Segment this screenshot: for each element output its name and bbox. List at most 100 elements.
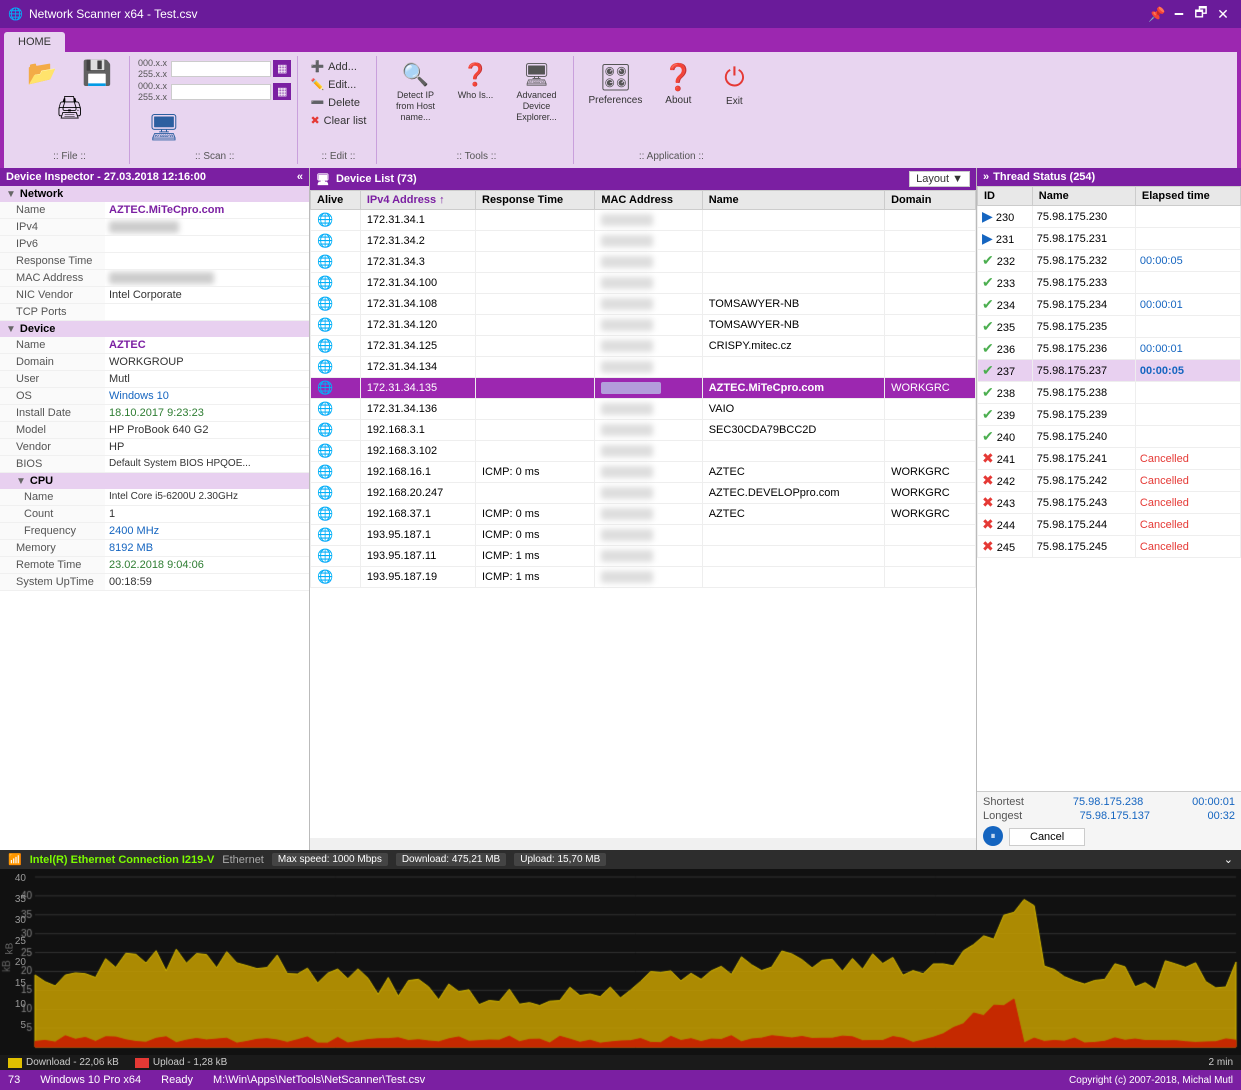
thread-row[interactable]: ✔ 23575.98.175.235 — [978, 316, 1241, 338]
table-row[interactable]: 🌐192.168.16.1ICMP: 0 ms AZTECWORKGRC — [311, 462, 976, 483]
detect-ip-button[interactable]: 🔍 Detect IP from Host name... — [385, 58, 445, 126]
thread-row[interactable]: ✖ 24575.98.175.245Cancelled — [978, 536, 1241, 558]
scan-button[interactable]: 🖥 — [138, 108, 190, 147]
whois-button[interactable]: ❓ Who Is... — [449, 58, 501, 105]
netmon-header: 📶 Intel(R) Ethernet Connection I219-V Et… — [0, 850, 1241, 869]
table-row[interactable]: 🌐192.168.3.1 SEC30CDA79BCC2D — [311, 420, 976, 441]
cell-response — [476, 441, 595, 462]
inspector-section-device[interactable]: ▼ Device — [0, 321, 309, 337]
delete-button[interactable]: ➖ Delete — [306, 94, 370, 111]
col-name[interactable]: Name — [702, 191, 884, 210]
thread-row[interactable]: ✖ 24375.98.175.243Cancelled — [978, 492, 1241, 514]
ip-start-input[interactable]: 75.98.175.1 — [171, 61, 271, 77]
inspector-collapse-icon[interactable]: « — [297, 171, 303, 183]
inspector-section-cpu[interactable]: ▼ CPU — [0, 473, 309, 489]
table-row[interactable]: 🌐172.31.34.108 TOMSAWYER-NB — [311, 294, 976, 315]
detect-ip-icon: 🔍 — [402, 62, 429, 88]
cell-alive: 🌐 — [311, 483, 361, 504]
thread-row[interactable]: ✖ 24175.98.175.241Cancelled — [978, 448, 1241, 470]
thread-row[interactable]: ✖ 24275.98.175.242Cancelled — [978, 470, 1241, 492]
layout-button[interactable]: Layout ▼ — [909, 171, 970, 187]
close-button[interactable]: ✕ — [1213, 4, 1233, 24]
cell-name: AZTEC.DEVELOPpro.com — [702, 483, 884, 504]
table-row[interactable]: 🌐193.95.187.1ICMP: 0 ms — [311, 525, 976, 546]
add-button[interactable]: ➕ Add... — [306, 58, 370, 75]
maximize-button[interactable]: 🗗 — [1191, 4, 1211, 24]
cell-mac — [595, 504, 702, 525]
ip-end-input[interactable]: 75.98.175.254 — [171, 84, 271, 100]
tab-home[interactable]: HOME — [4, 32, 65, 52]
table-row[interactable]: 🌐172.31.34.2 — [311, 231, 976, 252]
table-row[interactable]: 🌐192.168.20.247 AZTEC.DEVELOPpro.comWORK… — [311, 483, 976, 504]
inspector-row-remote: Remote Time 23.02.2018 9:04:06 — [0, 557, 309, 574]
thread-table-wrap[interactable]: ID Name Elapsed time ▶ 23075.98.175.230▶… — [977, 186, 1241, 791]
netmon-collapse-button[interactable]: ⌄ — [1224, 853, 1233, 866]
table-row[interactable]: 🌐172.31.34.1 — [311, 210, 976, 231]
thread-row[interactable]: ✔ 23975.98.175.239 — [978, 404, 1241, 426]
about-button[interactable]: ❓ About — [652, 58, 704, 111]
thread-expand-icon[interactable]: » — [983, 171, 989, 183]
table-row[interactable]: 🌐192.168.3.102 — [311, 441, 976, 462]
ip-start-calc[interactable]: ▦ — [273, 60, 291, 77]
thread-row[interactable]: ✔ 23775.98.175.23700:00:05 — [978, 360, 1241, 382]
table-row[interactable]: 🌐172.31.34.100 — [311, 273, 976, 294]
col-response[interactable]: Response Time — [476, 191, 595, 210]
statusbar-copyright: Copyright (c) 2007-2018, Michal Mutl — [1069, 1075, 1233, 1086]
preferences-button[interactable]: 🎛 Preferences — [582, 58, 648, 111]
table-row[interactable]: 🌐193.95.187.19ICMP: 1 ms — [311, 567, 976, 588]
file-label: :: File :: — [53, 149, 86, 162]
inspector-row-vendor: Vendor HP — [0, 439, 309, 456]
col-alive[interactable]: Alive — [311, 191, 361, 210]
advanced-device-button[interactable]: 🖥 Advanced Device Explorer... — [505, 58, 567, 126]
exit-button[interactable]: ⏻ Exit — [708, 58, 760, 112]
col-domain[interactable]: Domain — [885, 191, 976, 210]
save-file-button[interactable]: 💾 — [71, 58, 123, 90]
table-row[interactable]: 🌐172.31.34.136 VAIO — [311, 399, 976, 420]
table-row[interactable]: 🌐192.168.37.1ICMP: 0 ms AZTECWORKGRC — [311, 504, 976, 525]
clear-list-button[interactable]: ✖ Clear list — [306, 112, 370, 129]
inspector-section-network[interactable]: ▼ Network — [0, 186, 309, 202]
thread-row[interactable]: ✖ 24475.98.175.244Cancelled — [978, 514, 1241, 536]
minimize-button[interactable]: 🗕 — [1169, 4, 1189, 24]
thread-row[interactable]: ✔ 23475.98.175.23400:00:01 — [978, 294, 1241, 316]
ip-end-calc[interactable]: ▦ — [273, 83, 291, 100]
thread-cell-elapsed — [1135, 426, 1240, 448]
globe-icon: 🌐 — [317, 380, 333, 395]
device-table-wrap[interactable]: Alive IPv4 Address ↑ Response Time MAC A… — [310, 190, 976, 838]
cancel-button[interactable]: Cancel — [1009, 828, 1085, 846]
title-left: 🌐 Network Scanner x64 - Test.csv — [8, 7, 197, 21]
thread-row[interactable]: ✔ 23875.98.175.238 — [978, 382, 1241, 404]
col-mac[interactable]: MAC Address — [595, 191, 702, 210]
thread-col-name[interactable]: Name — [1032, 187, 1135, 206]
table-row[interactable]: 🌐172.31.34.135 AZTEC.MiTeCpro.comWORKGRC — [311, 378, 976, 399]
table-row[interactable]: 🌐172.31.34.125 CRISPY.mitec.cz — [311, 336, 976, 357]
thread-cell-name: 75.98.175.242 — [1032, 470, 1135, 492]
device-list-hscroll[interactable] — [310, 838, 976, 850]
thread-col-id[interactable]: ID — [978, 187, 1033, 206]
inspector-row-nic: NIC Vendor Intel Corporate — [0, 287, 309, 304]
open-file-button[interactable]: 📂 — [16, 58, 68, 90]
edit-button[interactable]: ✏️ Edit... — [306, 76, 370, 93]
cell-mac — [595, 525, 702, 546]
table-row[interactable]: 🌐172.31.34.134 — [311, 357, 976, 378]
thread-pause-button[interactable]: ⏸ — [983, 826, 1003, 846]
thread-row[interactable]: ▶ 23175.98.175.231 — [978, 228, 1241, 250]
thread-row[interactable]: ✔ 23275.98.175.23200:00:05 — [978, 250, 1241, 272]
cell-domain: WORKGRC — [885, 462, 976, 483]
print-button[interactable]: 🖨 — [44, 93, 96, 123]
thread-row[interactable]: ✔ 23675.98.175.23600:00:01 — [978, 338, 1241, 360]
thread-title: Thread Status (254) — [993, 171, 1095, 183]
status-icon: ✔ — [982, 252, 994, 268]
thread-row[interactable]: ✔ 24075.98.175.240 — [978, 426, 1241, 448]
table-row[interactable]: 🌐172.31.34.3 — [311, 252, 976, 273]
table-row[interactable]: 🌐172.31.34.120 TOMSAWYER-NB — [311, 315, 976, 336]
thread-row[interactable]: ✔ 23375.98.175.233 — [978, 272, 1241, 294]
thread-col-elapsed[interactable]: Elapsed time — [1135, 187, 1240, 206]
edit-content: ➕ Add... ✏️ Edit... ➖ Delete ✖ Clear lis… — [306, 58, 370, 147]
thread-row[interactable]: ▶ 23075.98.175.230 — [978, 206, 1241, 228]
netmon-upload: Upload: 15,70 MB — [514, 853, 606, 866]
pin-button[interactable]: 📌 — [1147, 4, 1167, 24]
cell-alive: 🌐 — [311, 567, 361, 588]
col-ipv4[interactable]: IPv4 Address ↑ — [360, 191, 475, 210]
table-row[interactable]: 🌐193.95.187.11ICMP: 1 ms — [311, 546, 976, 567]
